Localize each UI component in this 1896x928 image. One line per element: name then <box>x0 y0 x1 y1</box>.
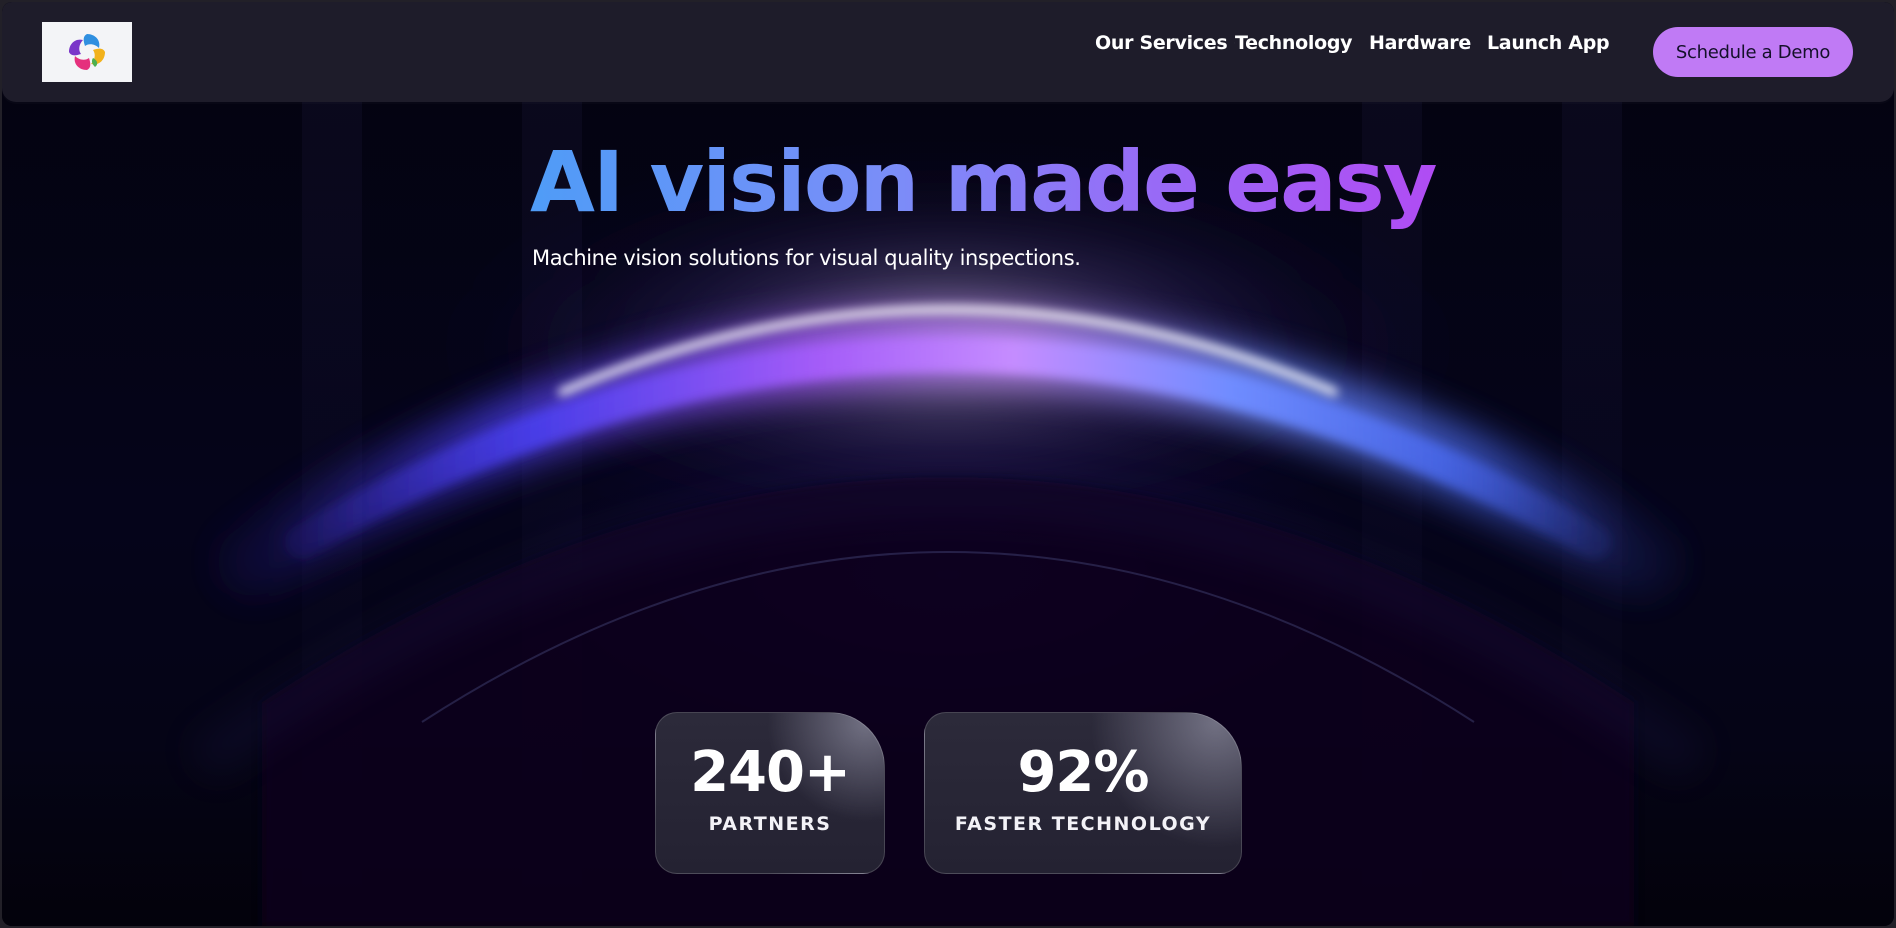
nav-links: Our Services Technology Hardware Launch … <box>1095 32 1624 54</box>
nav-technology-label: Technology <box>1235 32 1353 54</box>
nav-technology[interactable]: Technology <box>1235 32 1369 54</box>
stat-card-partners: 240+ PARTNERS <box>655 712 885 874</box>
schedule-demo-button[interactable]: Schedule a Demo <box>1653 27 1853 77</box>
browser-frame: Our Services Technology Hardware Launch … <box>2 2 1894 926</box>
nav-launch-app[interactable]: Launch App <box>1487 32 1624 54</box>
top-navbar: Our Services Technology Hardware Launch … <box>2 2 1894 102</box>
nav-hardware[interactable]: Hardware <box>1369 32 1487 54</box>
stat-value: 92% <box>1017 740 1149 805</box>
hero-title: AI vision made easy <box>530 133 1438 231</box>
nav-our-services-label: Our Services <box>1095 32 1228 54</box>
nav-our-services[interactable]: Our Services <box>1095 32 1235 54</box>
hero-subtitle: Machine vision solutions for visual qual… <box>532 246 1081 270</box>
stat-value: 240+ <box>690 740 851 805</box>
logo-swirl-icon <box>69 34 105 70</box>
logo[interactable] <box>42 22 132 82</box>
nav-hardware-label: Hardware <box>1369 32 1471 54</box>
nav-launch-app-label: Launch App <box>1487 32 1610 54</box>
stat-label: PARTNERS <box>708 813 832 835</box>
stat-label: FASTER TECHNOLOGY <box>954 813 1212 835</box>
stat-card-faster-technology: 92% FASTER TECHNOLOGY <box>924 712 1242 874</box>
